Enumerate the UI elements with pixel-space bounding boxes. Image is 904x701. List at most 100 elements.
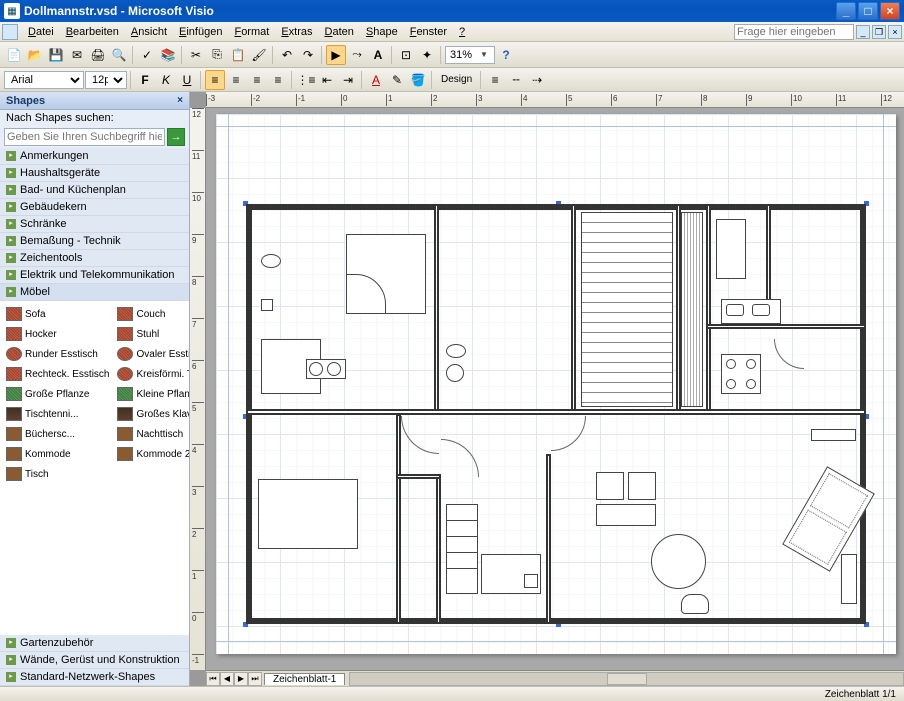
redo-button[interactable]: ↷ — [298, 45, 318, 65]
menu-format[interactable]: Format — [228, 24, 275, 40]
open-button[interactable]: 📂 — [25, 45, 45, 65]
shapes-button[interactable]: ✦ — [417, 45, 437, 65]
stencil-item[interactable]: ▸Wände, Gerüst und Konstruktion — [0, 652, 189, 669]
wall[interactable] — [396, 474, 441, 479]
decrease-indent-button[interactable]: ⇤ — [317, 70, 337, 90]
shape-item[interactable]: Nachttisch — [115, 425, 189, 443]
tab-last-button[interactable]: ⏭ — [248, 672, 262, 686]
align-center-button[interactable]: ≡ — [226, 70, 246, 90]
shape-item[interactable]: Tischtenni... — [4, 405, 111, 423]
door-arc[interactable] — [551, 416, 586, 451]
zoom-dropdown[interactable]: 31% ▼ — [445, 46, 495, 64]
stencil-item[interactable]: ▸Zeichentools — [0, 250, 189, 267]
shape-item[interactable]: Kommode — [4, 445, 111, 463]
floorplan-group[interactable] — [246, 204, 866, 624]
bed-shape[interactable] — [258, 479, 358, 549]
menu-extras[interactable]: Extras — [275, 24, 318, 40]
side-shape[interactable] — [841, 554, 857, 604]
toilet-shape[interactable] — [261, 254, 281, 268]
bullets-button[interactable]: ⋮≡ — [296, 70, 316, 90]
drawing-canvas[interactable] — [206, 108, 904, 670]
door-arc[interactable] — [441, 439, 479, 477]
tab-next-button[interactable]: ▶ — [234, 672, 248, 686]
shelf-shape[interactable] — [811, 429, 856, 441]
copy-button[interactable]: ⎘ — [207, 45, 227, 65]
shape-item[interactable]: Kommode 2 Schubl. — [115, 445, 189, 463]
undo-button[interactable]: ↶ — [277, 45, 297, 65]
doc-close-button[interactable]: × — [888, 25, 902, 39]
page-tab[interactable]: Zeichenblatt-1 — [264, 673, 345, 685]
research-button[interactable]: 📚 — [158, 45, 178, 65]
line-pattern-button[interactable]: ╌ — [506, 70, 526, 90]
tab-first-button[interactable]: ⏮ — [206, 672, 220, 686]
stove-shape[interactable] — [721, 354, 761, 394]
font-select[interactable]: Arial — [4, 71, 84, 89]
help-button[interactable]: ? — [496, 45, 516, 65]
stencil-item[interactable]: ▸Gartenzubehör — [0, 635, 189, 652]
shape-item[interactable]: Rechteck. Esstisch — [4, 365, 111, 383]
wall[interactable] — [706, 324, 866, 329]
shape-item[interactable]: Kleine Pflanze — [115, 385, 189, 403]
design-button[interactable]: Design — [436, 70, 477, 90]
connector-tool-button[interactable]: ⤳ — [347, 45, 367, 65]
cut-button[interactable]: ✂ — [186, 45, 206, 65]
print-button[interactable]: 🖨 — [88, 45, 108, 65]
help-search-input[interactable] — [734, 24, 854, 40]
round-table-shape[interactable] — [651, 534, 706, 589]
italic-button[interactable]: K — [156, 70, 176, 90]
stairs-shape[interactable] — [581, 212, 673, 407]
armchair-shape[interactable] — [681, 594, 709, 614]
wall[interactable] — [436, 474, 441, 624]
shape-item[interactable]: Sofa — [4, 305, 111, 323]
line-ends-button[interactable]: ⇢ — [527, 70, 547, 90]
pointer-tool-button[interactable]: ▶ — [326, 45, 346, 65]
line-color-button[interactable]: ✎ — [387, 70, 407, 90]
fridge-shape[interactable] — [716, 219, 746, 279]
align-justify-button[interactable]: ≡ — [268, 70, 288, 90]
stencil-item[interactable]: ▸Möbel — [0, 284, 189, 301]
fill-color-button[interactable]: 🪣 — [408, 70, 428, 90]
shape-item[interactable]: Hocker — [4, 325, 111, 343]
drawing-page[interactable] — [216, 114, 896, 654]
chair-shape[interactable] — [596, 472, 624, 500]
menu-?[interactable]: ? — [453, 24, 471, 40]
stencil-item[interactable]: ▸Standard-Netzwerk-Shapes — [0, 669, 189, 686]
align-left-button[interactable]: ≡ — [205, 70, 225, 90]
door-arc[interactable] — [774, 339, 804, 369]
shape-item[interactable]: Runder Esstisch — [4, 345, 111, 363]
shape-item[interactable]: Tisch — [4, 465, 111, 483]
vertical-ruler[interactable]: 1211109876543210-1 — [190, 108, 206, 670]
wall[interactable] — [434, 204, 439, 414]
line-weight-button[interactable]: ≡ — [485, 70, 505, 90]
computer-shape[interactable] — [524, 574, 538, 588]
fixture-shape[interactable] — [261, 299, 273, 311]
menu-bearbeiten[interactable]: Bearbeiten — [60, 24, 125, 40]
shape-item[interactable]: Große Pflanze — [4, 385, 111, 403]
shape-item[interactable]: Großes Klavier — [115, 405, 189, 423]
stencil-item[interactable]: ▸Schränke — [0, 216, 189, 233]
stencil-item[interactable]: ▸Bad- und Küchenplan — [0, 182, 189, 199]
bold-button[interactable]: F — [135, 70, 155, 90]
menu-fenster[interactable]: Fenster — [404, 24, 453, 40]
wall[interactable] — [546, 454, 551, 624]
wall[interactable] — [246, 204, 866, 210]
door-arc[interactable] — [401, 416, 439, 454]
menu-einfügen[interactable]: Einfügen — [173, 24, 228, 40]
new-button[interactable]: 📄 — [4, 45, 24, 65]
save-button[interactable]: 💾 — [46, 45, 66, 65]
text-tool-button[interactable]: A — [368, 45, 388, 65]
stencil-item[interactable]: ▸Gebäudekern — [0, 199, 189, 216]
paste-button[interactable]: 📋 — [228, 45, 248, 65]
underline-button[interactable]: U — [177, 70, 197, 90]
minimize-button[interactable]: _ — [836, 2, 856, 20]
wall[interactable] — [246, 618, 866, 624]
close-button[interactable]: × — [880, 2, 900, 20]
align-right-button[interactable]: ≡ — [247, 70, 267, 90]
menu-shape[interactable]: Shape — [360, 24, 404, 40]
increase-indent-button[interactable]: ⇥ — [338, 70, 358, 90]
wall[interactable] — [571, 204, 576, 414]
table-shape[interactable] — [596, 504, 656, 526]
format-painter-button[interactable]: 🖌 — [249, 45, 269, 65]
sink-shape[interactable] — [446, 364, 464, 382]
sink-shape[interactable] — [306, 359, 346, 379]
